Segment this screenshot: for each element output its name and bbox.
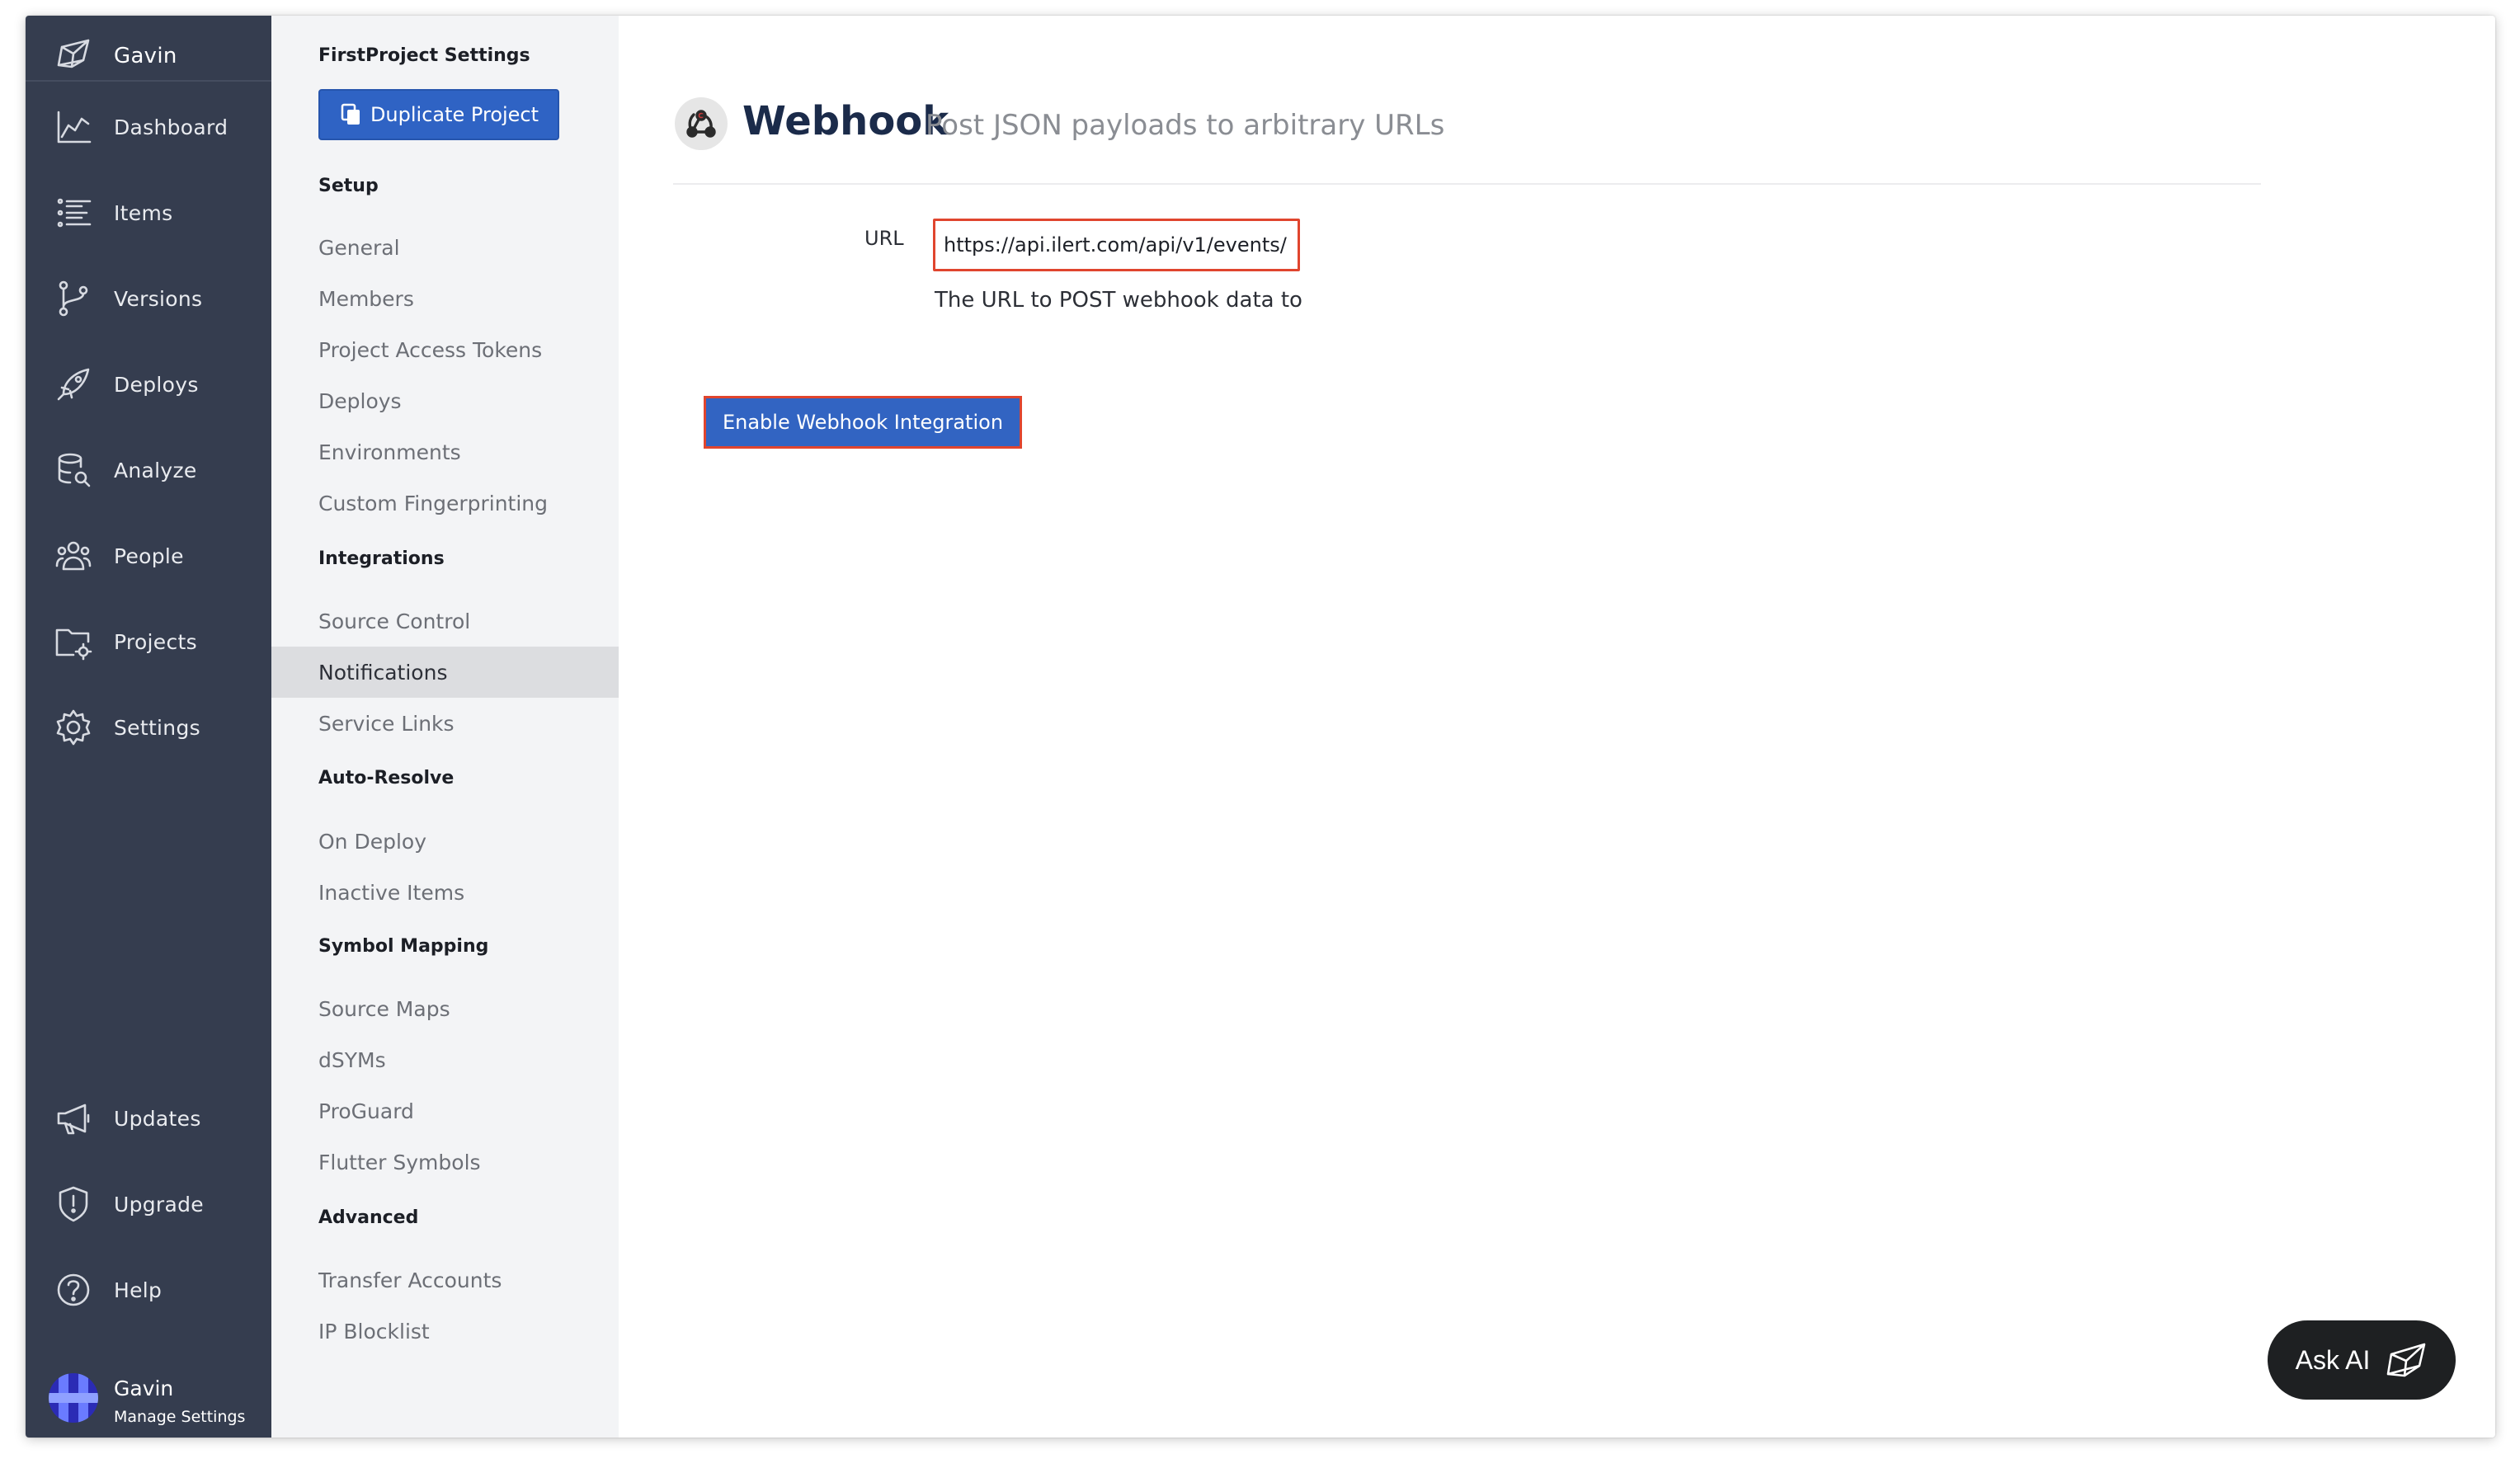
settings-link-label: ProGuard [318, 1099, 414, 1123]
settings-link-label: Project Access Tokens [318, 337, 543, 362]
settings-link-flutter-symbols[interactable]: Flutter Symbols [271, 1137, 619, 1188]
logo-icon [52, 34, 95, 77]
settings-link-transfer-accounts[interactable]: Transfer Accounts [271, 1254, 619, 1306]
rocket-icon [52, 363, 95, 406]
settings-link-project-access-tokens[interactable]: Project Access Tokens [271, 324, 619, 375]
branch-icon [52, 277, 95, 320]
nav-item-analyze[interactable]: Analyze [26, 437, 271, 503]
list-icon [52, 191, 95, 234]
settings-link-label: Source Control [318, 609, 471, 633]
url-input[interactable] [933, 219, 1300, 271]
settings-link-members[interactable]: Members [271, 273, 619, 324]
section-heading-advanced: Advanced [318, 1207, 419, 1228]
nav-item-items[interactable]: Items [26, 180, 271, 246]
nav-item-updates[interactable]: Updates [26, 1085, 271, 1151]
settings-title: FirstProject Settings [318, 45, 530, 66]
shield-alert-icon [52, 1183, 95, 1226]
settings-link-on-deploy[interactable]: On Deploy [271, 816, 619, 867]
settings-link-label: Service Links [318, 711, 455, 736]
divider [673, 183, 2261, 185]
settings-link-label: General [318, 235, 400, 260]
manage-settings-link[interactable]: Manage Settings [114, 1408, 245, 1426]
people-icon [52, 534, 95, 577]
settings-link-dsyms[interactable]: dSYMs [271, 1034, 619, 1085]
help-icon [52, 1268, 95, 1311]
nav-item-label: Settings [114, 715, 200, 740]
nav-item-label: Upgrade [114, 1192, 204, 1217]
settings-link-deploys[interactable]: Deploys [271, 375, 619, 426]
settings-link-label: Inactive Items [318, 880, 465, 905]
nav-item-dashboard[interactable]: Dashboard [26, 94, 271, 160]
section-heading-symbol-mapping: Symbol Mapping [318, 936, 489, 957]
nav-item-label: Updates [114, 1106, 201, 1131]
primary-nav: Gavin Dashboard Items Versions Deploys Analy… [26, 16, 271, 1438]
chart-line-icon [52, 106, 95, 148]
nav-item-label: Help [114, 1278, 163, 1302]
settings-link-proguard[interactable]: ProGuard [271, 1085, 619, 1137]
duplicate-project-button[interactable]: Duplicate Project [318, 89, 559, 140]
webhook-icon [675, 97, 728, 150]
settings-link-service-links[interactable]: Service Links [271, 698, 619, 749]
avatar [49, 1373, 98, 1423]
settings-link-general[interactable]: General [271, 222, 619, 273]
settings-link-label: Source Maps [318, 996, 450, 1021]
nav-item-deploys[interactable]: Deploys [26, 351, 271, 417]
settings-sidebar: FirstProject Settings Duplicate Project … [271, 16, 619, 1438]
settings-link-environments[interactable]: Environments [271, 426, 619, 478]
nav-item-label: Deploys [114, 372, 199, 397]
nav-item-label: Dashboard [114, 115, 228, 139]
user-menu[interactable]: Gavin Manage Settings [26, 1365, 271, 1438]
settings-link-label: Environments [318, 440, 461, 464]
settings-link-inactive-items[interactable]: Inactive Items [271, 867, 619, 918]
nav-item-settings[interactable]: Settings [26, 694, 271, 760]
settings-link-label: Deploys [318, 388, 402, 413]
nav-item-help[interactable]: Help [26, 1257, 271, 1323]
settings-link-source-control[interactable]: Source Control [271, 595, 619, 647]
nav-item-label: Analyze [114, 458, 197, 482]
ask-ai-icon [2387, 1343, 2426, 1377]
enable-webhook-button[interactable]: Enable Webhook Integration [704, 396, 1022, 449]
nav-item-label: People [114, 544, 184, 568]
webhook-title: Webhook [742, 98, 949, 144]
section-heading-integrations: Integrations [318, 548, 445, 569]
nav-item-versions[interactable]: Versions [26, 266, 271, 332]
nav-item-projects[interactable]: Projects [26, 609, 271, 675]
nav-item-label: Projects [114, 629, 197, 654]
webhook-panel: Webhook Post JSON payloads to arbitrary … [619, 16, 2495, 1438]
ask-ai-button[interactable]: Ask AI [2268, 1320, 2456, 1400]
settings-link-custom-fingerprinting[interactable]: Custom Fingerprinting [271, 478, 619, 529]
settings-link-label: Members [318, 286, 414, 311]
duplicate-project-label: Duplicate Project [370, 103, 539, 126]
copy-icon [341, 103, 360, 125]
ask-ai-label: Ask AI [2295, 1344, 2371, 1375]
settings-link-ip-blocklist[interactable]: IP Blocklist [271, 1306, 619, 1357]
settings-link-label: IP Blocklist [318, 1319, 430, 1344]
brand-user-name: Gavin [114, 44, 177, 68]
database-search-icon [52, 449, 95, 492]
settings-link-label: Transfer Accounts [318, 1268, 502, 1292]
megaphone-icon [52, 1097, 95, 1140]
nav-brand[interactable]: Gavin [26, 16, 271, 82]
settings-link-source-maps[interactable]: Source Maps [271, 983, 619, 1034]
nav-item-label: Items [114, 200, 173, 225]
section-heading-setup: Setup [318, 176, 379, 196]
settings-link-label: dSYMs [318, 1047, 386, 1072]
folder-gear-icon [52, 620, 95, 663]
nav-item-upgrade[interactable]: Upgrade [26, 1171, 271, 1237]
section-heading-auto-resolve: Auto-Resolve [318, 768, 455, 788]
webhook-subtitle: Post JSON payloads to arbitrary URLs [926, 109, 1445, 142]
app-window: Gavin Dashboard Items Versions Deploys Analy… [26, 16, 2495, 1438]
nav-item-label: Versions [114, 286, 203, 311]
settings-link-label: Notifications [318, 660, 448, 685]
nav-item-people[interactable]: People [26, 523, 271, 589]
gear-icon [52, 706, 95, 749]
settings-link-label: On Deploy [318, 829, 427, 854]
settings-link-notifications[interactable]: Notifications [271, 647, 619, 698]
settings-link-label: Custom Fingerprinting [318, 491, 549, 515]
settings-link-label: Flutter Symbols [318, 1150, 481, 1174]
url-label: URL [864, 227, 904, 250]
url-help-text: The URL to POST webhook data to [935, 288, 1302, 313]
user-name: Gavin [114, 1377, 174, 1400]
